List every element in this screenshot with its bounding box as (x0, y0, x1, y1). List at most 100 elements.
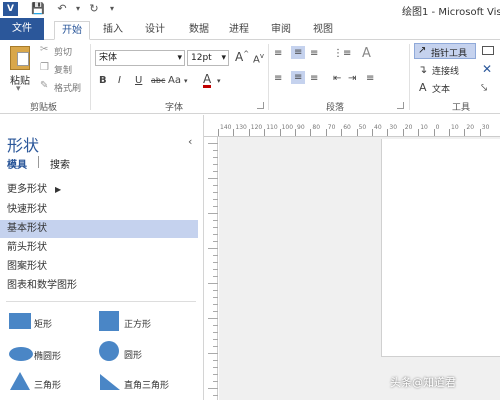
chevron-right-icon: ▶ (55, 185, 62, 194)
strikethrough-button[interactable]: abc (151, 76, 165, 85)
ruler-tick-mark (310, 129, 312, 136)
tab-design[interactable]: 设计 (138, 21, 172, 40)
ruler-tick-label: 20 (404, 124, 413, 131)
italic-button[interactable]: I (118, 75, 121, 86)
drawing-page[interactable] (381, 139, 500, 357)
close-x-icon[interactable]: ✕ (482, 62, 492, 76)
font-size-select[interactable]: 12pt ▾ (187, 50, 229, 66)
circle-shape-icon (99, 341, 119, 361)
chevron-down-icon[interactable]: ▾ (184, 77, 188, 85)
align-top-icon[interactable]: ≡ (274, 48, 282, 59)
paste-dropdown-icon[interactable]: ▾ (16, 84, 21, 94)
chevron-down-icon[interactable]: ▾ (70, 1, 86, 17)
collapse-pane-icon[interactable]: ‹ (188, 135, 192, 148)
stencil-arrow-shapes[interactable]: 箭头形状 (0, 239, 198, 257)
align-center-icon[interactable]: ≡ (291, 71, 306, 84)
stencil-pattern-shapes[interactable]: 图案形状 (0, 258, 198, 276)
shape-rectangle[interactable]: 矩形 (6, 311, 96, 333)
justify-icon[interactable]: ≡ (366, 73, 374, 84)
increase-indent-icon[interactable]: ⇥ (348, 73, 356, 84)
paste-icon[interactable] (10, 46, 30, 70)
change-case-button[interactable]: Aa (168, 75, 181, 86)
text-button[interactable]: 文本 (432, 82, 450, 95)
ruler-tick-mark (208, 388, 218, 389)
connection-point-icon[interactable]: ⤥ (481, 81, 487, 95)
ruler-tick-mark (213, 262, 218, 263)
vertical-ruler (204, 137, 218, 400)
ruler-tick-label: 20 (466, 124, 475, 131)
tab-insert[interactable]: 插入 (96, 21, 130, 40)
bold-button[interactable]: B (99, 75, 107, 86)
chevron-down-icon[interactable]: ▾ (217, 77, 221, 85)
copy-button[interactable]: 复制 (54, 63, 72, 76)
grow-font-button[interactable]: A^ (235, 50, 249, 64)
format-painter-button[interactable]: 格式刷 (54, 81, 81, 94)
pointer-tool-button[interactable]: ↗ 指针工具 (414, 43, 476, 59)
ruler-tick-mark (213, 276, 218, 277)
align-left-icon[interactable]: ≡ (274, 73, 282, 84)
font-size-value: 12pt (191, 53, 212, 63)
ruler-tick-mark (208, 353, 218, 354)
tab-file[interactable]: 文件 (0, 18, 44, 40)
ruler-tick-mark (213, 339, 218, 340)
tab-review[interactable]: 审阅 (264, 21, 298, 40)
ruler-tick-label: 40 (374, 124, 382, 131)
shape-circle[interactable]: 圆形 (96, 341, 196, 365)
ruler-tick-label: 140 (220, 124, 232, 131)
ruler-tick-mark (325, 129, 327, 136)
connector-button[interactable]: 连接线 (432, 64, 459, 77)
shape-label: 三角形 (34, 381, 62, 391)
ruler-tick-label: 50 (358, 124, 367, 131)
redo-icon[interactable]: ↻ (86, 1, 102, 17)
shape-ellipse[interactable]: 椭圆形 (6, 343, 96, 365)
text-direction-icon[interactable]: A (362, 46, 371, 61)
tab-process[interactable]: 进程 (222, 21, 256, 40)
ruler-tick-mark (279, 129, 281, 136)
ruler-tick-label: 10 (420, 124, 428, 131)
rectangle-tool-icon[interactable] (482, 46, 494, 55)
tab-data[interactable]: 数据 (182, 21, 216, 40)
shape-square[interactable]: 正方形 (96, 311, 196, 335)
font-color-button[interactable]: A (203, 73, 212, 88)
bullets-icon[interactable]: ⋮≡ (333, 48, 351, 59)
stencil-more-shapes[interactable]: 更多形状 ▶ (0, 181, 198, 199)
shape-right-triangle[interactable]: 直角三角形 (96, 371, 200, 393)
stencil-basic-shapes[interactable]: 基本形状 (0, 220, 198, 238)
shape-label: 矩形 (34, 320, 53, 330)
ruler-tick-mark (213, 290, 218, 291)
pointer-icon: ↗ (418, 45, 427, 56)
paragraph-dialog-launcher-icon[interactable] (397, 102, 404, 109)
group-divider (90, 44, 91, 110)
chevron-down-icon: ▾ (177, 53, 182, 63)
stencil-chart-math-shapes[interactable]: 图表和数学图形 (0, 277, 198, 295)
tab-view[interactable]: 视图 (306, 21, 340, 40)
shrink-font-button[interactable]: Av (253, 52, 264, 65)
stencil-quick-shapes[interactable]: 快速形状 (0, 201, 198, 219)
ruler-tick-mark (449, 129, 450, 136)
tab-search[interactable]: 搜索 (50, 156, 70, 171)
save-icon[interactable]: 💾 (30, 1, 46, 17)
underline-button[interactable]: U (135, 75, 142, 86)
copy-icon: ❐ (40, 62, 49, 73)
align-bottom-icon[interactable]: ≡ (310, 48, 318, 59)
tab-home[interactable]: 开始 (54, 21, 90, 40)
ruler-tick-mark (264, 129, 266, 136)
ruler-tick-mark (213, 360, 218, 361)
shape-triangle[interactable]: 三角形 (6, 371, 96, 393)
font-dialog-launcher-icon[interactable] (257, 102, 264, 109)
ruler-tick-mark (295, 129, 296, 136)
cut-button[interactable]: 剪切 (54, 45, 72, 58)
undo-icon[interactable]: ↶ (54, 1, 70, 17)
ruler-tick-mark (213, 164, 218, 165)
align-middle-icon[interactable]: ≡ (291, 46, 306, 59)
tab-stencils[interactable]: 模具 (7, 156, 27, 171)
ruler-tick-mark (213, 367, 218, 368)
customize-quick-access-icon[interactable]: ▾ (104, 1, 120, 17)
ruler-tick-mark (213, 192, 218, 193)
ruler-tick-mark (213, 157, 218, 158)
ruler-tick-mark (208, 318, 218, 319)
shape-label: 椭圆形 (34, 352, 62, 362)
font-name-select[interactable]: 宋体 ▾ (95, 50, 185, 66)
decrease-indent-icon[interactable]: ⇤ (333, 73, 341, 84)
align-right-icon[interactable]: ≡ (310, 73, 318, 84)
